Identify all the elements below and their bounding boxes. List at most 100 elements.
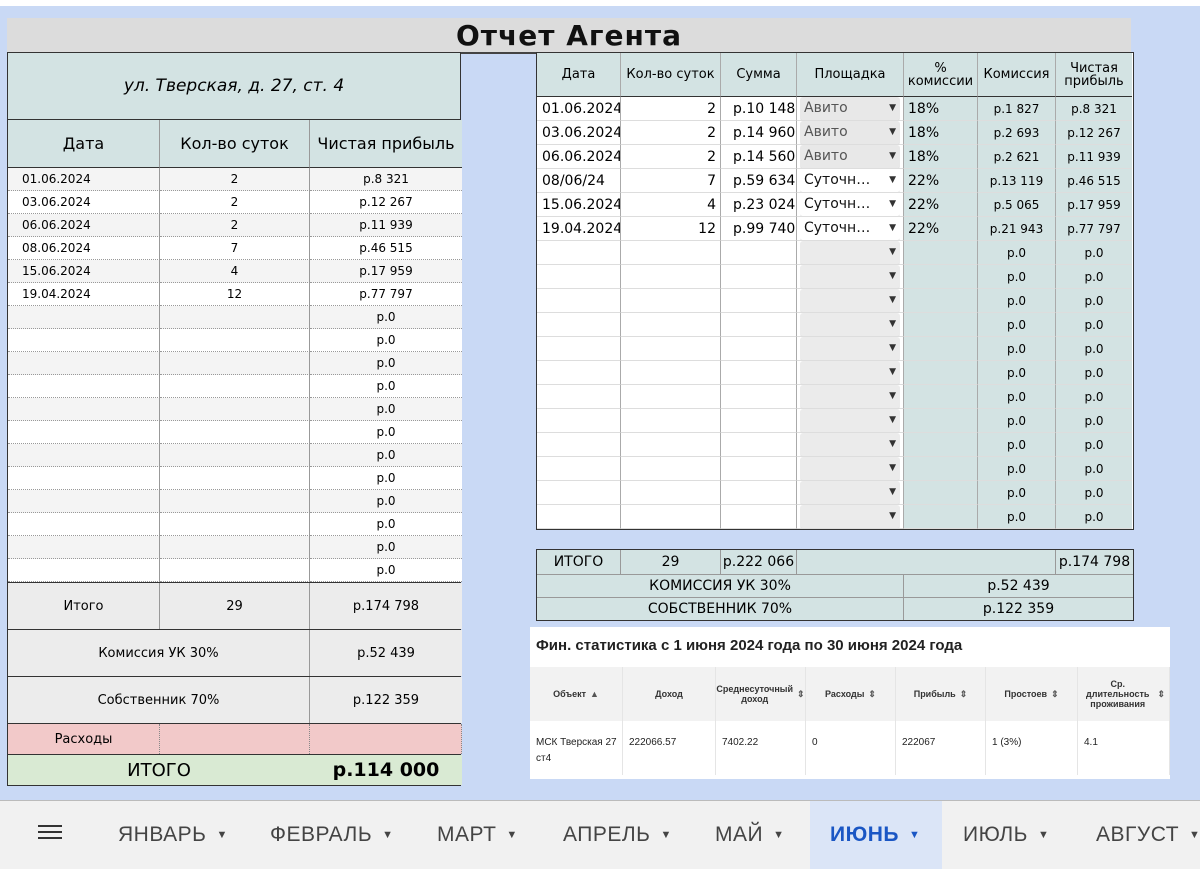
bookings-cell-pct[interactable]: 18% [904,121,978,145]
fin-stats-row[interactable]: МСК Тверская 27 ст4 222066.57 7402.22 0 … [530,721,1170,775]
bookings-cell-days[interactable] [621,457,721,481]
bookings-cell-days[interactable] [621,289,721,313]
triangle-down-icon[interactable]: ▼ [889,391,896,401]
bookings-cell-days[interactable] [621,505,721,529]
left-header-date[interactable]: Дата [8,120,160,168]
bookings-cell-commission[interactable]: р.0 [978,241,1056,265]
left-cell-profit[interactable]: р.0 [310,444,462,467]
platform-dropdown[interactable]: Авито ▼ [800,97,900,120]
bookings-cell-commission[interactable]: р.0 [978,481,1056,505]
sort-icon[interactable]: ⇕ [960,689,968,700]
triangle-down-icon[interactable]: ▼ [889,223,896,233]
bookings-cell-commission[interactable]: р.21 943 [978,217,1056,241]
left-cell-date[interactable]: 08.06.2024 [8,237,160,260]
bookings-cell-platform[interactable]: ▼ [797,265,904,289]
bookings-cell-commission[interactable]: р.0 [978,385,1056,409]
left-expenses-cell-2[interactable] [310,724,462,754]
platform-dropdown[interactable]: ▼ [800,481,900,504]
bookings-cell-commission[interactable]: р.13 119 [978,169,1056,193]
bookings-cell-date[interactable]: 03.06.2024 [537,121,621,145]
platform-dropdown[interactable]: ▼ [800,265,900,288]
bookings-cell-date[interactable] [537,361,621,385]
bookings-total-sum[interactable]: р.222 066 [721,550,797,574]
bookings-owner-label[interactable]: СОБСТВЕННИК 70% [537,598,904,620]
triangle-down-icon[interactable]: ▼ [889,367,896,377]
sort-icon[interactable]: ⇕ [797,689,805,700]
bookings-cell-platform[interactable]: ▼ [797,289,904,313]
bookings-cell-platform[interactable]: ▼ [797,337,904,361]
platform-dropdown[interactable]: ▼ [800,385,900,408]
left-cell-days[interactable] [160,375,310,398]
tab-may[interactable]: МАЙ ▼ [715,823,784,847]
platform-dropdown[interactable]: Суточн… ▼ [800,217,900,240]
bookings-total-empty[interactable] [797,550,1056,574]
platform-dropdown[interactable]: ▼ [800,409,900,432]
bookings-cell-pct[interactable] [904,505,978,529]
bookings-cell-days[interactable] [621,265,721,289]
bookings-cell-date[interactable] [537,505,621,529]
platform-dropdown[interactable]: ▼ [800,337,900,360]
bookings-header-pct[interactable]: % комиссии [904,53,978,97]
left-cell-date[interactable] [8,467,160,490]
bookings-cell-days[interactable]: 4 [621,193,721,217]
triangle-down-icon[interactable]: ▼ [889,439,896,449]
bookings-cell-net[interactable]: р.11 939 [1056,145,1132,169]
left-cell-days[interactable] [160,536,310,559]
left-cell-profit[interactable]: р.17 959 [310,260,462,283]
bookings-header-platform[interactable]: Площадка [797,53,904,97]
left-cell-days[interactable] [160,444,310,467]
left-cell-days[interactable] [160,352,310,375]
triangle-down-icon[interactable]: ▼ [889,487,896,497]
bookings-cell-pct[interactable] [904,265,978,289]
sort-icon[interactable]: ⇕ [1157,689,1165,700]
bookings-commission-value[interactable]: р.52 439 [904,575,1133,597]
bookings-cell-days[interactable] [621,433,721,457]
bookings-header-sum[interactable]: Сумма [721,53,797,97]
bookings-header-commission[interactable]: Комиссия [978,53,1056,97]
tab-february[interactable]: ФЕВРАЛЬ ▼ [270,823,394,847]
triangle-down-icon[interactable]: ▼ [889,271,896,281]
left-cell-profit[interactable]: р.77 797 [310,283,462,306]
bookings-cell-net[interactable]: р.0 [1056,385,1132,409]
left-cell-profit[interactable]: р.11 939 [310,214,462,237]
triangle-down-icon[interactable]: ▼ [889,415,896,425]
bookings-cell-commission[interactable]: р.2 693 [978,121,1056,145]
bookings-cell-platform[interactable]: ▼ [797,457,904,481]
left-cell-profit[interactable]: р.12 267 [310,191,462,214]
triangle-down-icon[interactable]: ▼ [1189,829,1200,841]
left-commission-label[interactable]: Комиссия УК 30% [8,630,310,676]
left-cell-days[interactable] [160,490,310,513]
bookings-cell-sum[interactable] [721,481,797,505]
bookings-cell-days[interactable] [621,313,721,337]
left-grand-total-label[interactable]: ИТОГО [8,755,310,785]
bookings-cell-sum[interactable]: р.59 634 [721,169,797,193]
sort-up-icon[interactable]: ▲ [590,689,599,699]
bookings-commission-label[interactable]: КОМИССИЯ УК 30% [537,575,904,597]
bookings-cell-date[interactable] [537,241,621,265]
left-header-profit[interactable]: Чистая прибыль [310,120,462,168]
fin-header-expenses[interactable]: Расходы ⇕ [806,667,896,721]
bookings-cell-commission[interactable]: р.2 621 [978,145,1056,169]
triangle-down-icon[interactable]: ▼ [506,829,517,841]
left-cell-days[interactable] [160,421,310,444]
left-cell-date[interactable]: 15.06.2024 [8,260,160,283]
left-cell-date[interactable]: 19.04.2024 [8,283,160,306]
tab-august[interactable]: АВГУСТ ▼ [1096,823,1200,847]
triangle-down-icon[interactable]: ▼ [889,175,896,185]
left-cell-date[interactable]: 03.06.2024 [8,191,160,214]
platform-dropdown[interactable]: ▼ [800,457,900,480]
bookings-cell-sum[interactable] [721,385,797,409]
bookings-cell-platform[interactable]: ▼ [797,361,904,385]
bookings-cell-days[interactable] [621,481,721,505]
bookings-cell-pct[interactable] [904,481,978,505]
left-cell-date[interactable] [8,375,160,398]
bookings-cell-net[interactable]: р.0 [1056,289,1132,313]
bookings-cell-pct[interactable] [904,289,978,313]
left-cell-days[interactable] [160,398,310,421]
bookings-cell-sum[interactable] [721,241,797,265]
bookings-cell-platform[interactable]: ▼ [797,481,904,505]
triangle-down-icon[interactable]: ▼ [889,103,896,113]
platform-dropdown[interactable]: ▼ [800,505,900,528]
fin-header-object[interactable]: Объект ▲ [530,667,623,721]
bookings-total-days[interactable]: 29 [621,550,721,574]
